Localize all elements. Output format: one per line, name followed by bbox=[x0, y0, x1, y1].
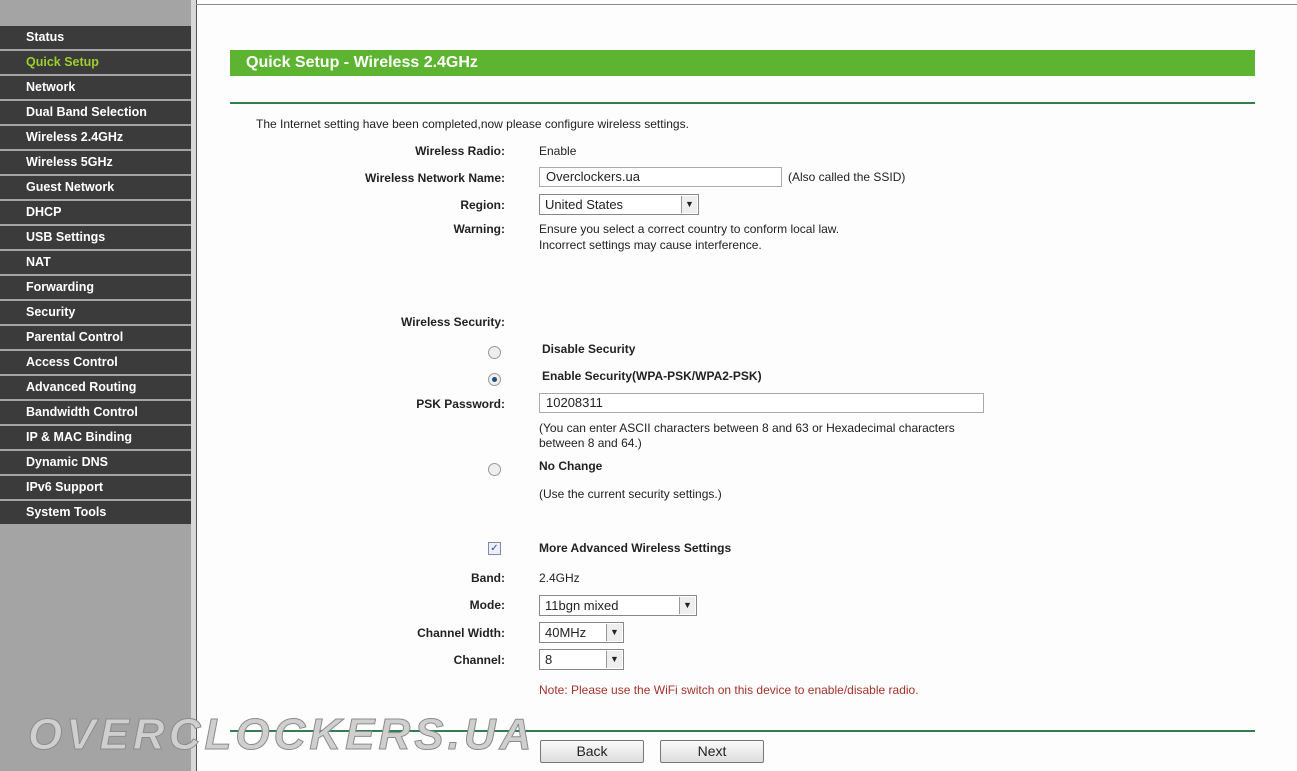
psk-password-input[interactable]: 10208311 bbox=[539, 393, 984, 413]
sidebar-item-dual-band-selection[interactable]: Dual Band Selection bbox=[0, 101, 191, 124]
warning-line-2: Incorrect settings may cause interferenc… bbox=[539, 238, 762, 252]
sidebar-item-forwarding[interactable]: Forwarding bbox=[0, 276, 191, 299]
band-label: Band: bbox=[471, 571, 505, 585]
sidebar-item-wireless-2-4ghz[interactable]: Wireless 2.4GHz bbox=[0, 126, 191, 149]
mode-select[interactable]: 11bgn mixed ▼ bbox=[539, 595, 697, 616]
sidebar-item-system-tools[interactable]: System Tools bbox=[0, 501, 191, 524]
channel-width-label: Channel Width: bbox=[417, 626, 505, 640]
sidebar-item-access-control[interactable]: Access Control bbox=[0, 351, 191, 374]
disable-security-radio[interactable] bbox=[488, 346, 501, 359]
sidebar-item-network[interactable]: Network bbox=[0, 76, 191, 99]
warning-label: Warning: bbox=[453, 222, 505, 236]
wireless-security-label: Wireless Security: bbox=[401, 315, 505, 329]
chevron-down-icon: ▼ bbox=[606, 651, 622, 668]
sidebar-item-guest-network[interactable]: Guest Network bbox=[0, 176, 191, 199]
sidebar-item-dynamic-dns[interactable]: Dynamic DNS bbox=[0, 451, 191, 474]
psk-hint-1: (You can enter ASCII characters between … bbox=[539, 421, 955, 435]
chevron-down-icon: ▼ bbox=[681, 196, 697, 213]
warning-line-1: Ensure you select a correct country to c… bbox=[539, 222, 840, 236]
channel-width-value: 40MHz bbox=[545, 625, 587, 640]
sidebar-item-advanced-routing[interactable]: Advanced Routing bbox=[0, 376, 191, 399]
watermark: OVERCLOCKERS.UA bbox=[27, 710, 536, 760]
back-button[interactable]: Back bbox=[540, 740, 644, 763]
enable-security-radio[interactable] bbox=[488, 373, 501, 386]
band-value: 2.4GHz bbox=[539, 571, 580, 585]
sidebar-item-ipv6-support[interactable]: IPv6 Support bbox=[0, 476, 191, 499]
wireless-radio-label: Wireless Radio: bbox=[415, 144, 505, 158]
wifi-switch-note: Note: Please use the WiFi switch on this… bbox=[539, 683, 919, 697]
sidebar-item-dhcp[interactable]: DHCP bbox=[0, 201, 191, 224]
channel-label: Channel: bbox=[453, 653, 505, 667]
advanced-settings-checkbox[interactable]: ✓ bbox=[488, 542, 501, 555]
channel-value: 8 bbox=[545, 652, 553, 667]
channel-select[interactable]: 8 ▼ bbox=[539, 649, 624, 670]
mode-label: Mode: bbox=[469, 598, 505, 612]
sidebar-item-quick-setup[interactable]: Quick Setup bbox=[0, 51, 191, 74]
sidebar-item-wireless-5ghz[interactable]: Wireless 5GHz bbox=[0, 151, 191, 174]
enable-security-label: Enable Security(WPA-PSK/WPA2-PSK) bbox=[542, 369, 762, 383]
disable-security-label: Disable Security bbox=[542, 342, 636, 356]
next-button[interactable]: Next bbox=[660, 740, 764, 763]
chevron-down-icon: ▼ bbox=[679, 597, 695, 614]
channel-width-select[interactable]: 40MHz ▼ bbox=[539, 622, 624, 643]
region-select[interactable]: United States ▼ bbox=[539, 194, 699, 215]
sidebar: Status Quick Setup Network Dual Band Select… bbox=[0, 0, 191, 771]
region-label: Region: bbox=[460, 198, 505, 212]
no-change-label: No Change bbox=[539, 459, 603, 473]
sidebar-item-ip-mac-binding[interactable]: IP & MAC Binding bbox=[0, 426, 191, 449]
page-title: Quick Setup - Wireless 2.4GHz bbox=[230, 50, 1255, 76]
ssid-input[interactable]: Overclockers.ua bbox=[539, 167, 782, 187]
sidebar-item-bandwidth-control[interactable]: Bandwidth Control bbox=[0, 401, 191, 424]
ssid-label: Wireless Network Name: bbox=[365, 171, 505, 185]
intro-text: The Internet setting have been completed… bbox=[256, 117, 689, 131]
ssid-hint: (Also called the SSID) bbox=[788, 170, 906, 184]
divider bbox=[230, 102, 1255, 104]
wireless-radio-value: Enable bbox=[539, 144, 577, 158]
advanced-settings-label: More Advanced Wireless Settings bbox=[539, 541, 732, 555]
psk-hint-2: between 8 and 64.) bbox=[539, 436, 642, 450]
chevron-down-icon: ▼ bbox=[606, 624, 622, 641]
no-change-hint: (Use the current security settings.) bbox=[539, 487, 722, 501]
sidebar-item-security[interactable]: Security bbox=[0, 301, 191, 324]
region-value: United States bbox=[545, 197, 624, 212]
sidebar-item-usb-settings[interactable]: USB Settings bbox=[0, 226, 191, 249]
sidebar-item-status[interactable]: Status bbox=[0, 26, 191, 49]
no-change-radio[interactable] bbox=[488, 463, 501, 476]
sidebar-item-parental-control[interactable]: Parental Control bbox=[0, 326, 191, 349]
psk-password-label: PSK Password: bbox=[416, 397, 505, 411]
mode-value: 11bgn mixed bbox=[545, 598, 619, 613]
sidebar-item-nat[interactable]: NAT bbox=[0, 251, 191, 274]
